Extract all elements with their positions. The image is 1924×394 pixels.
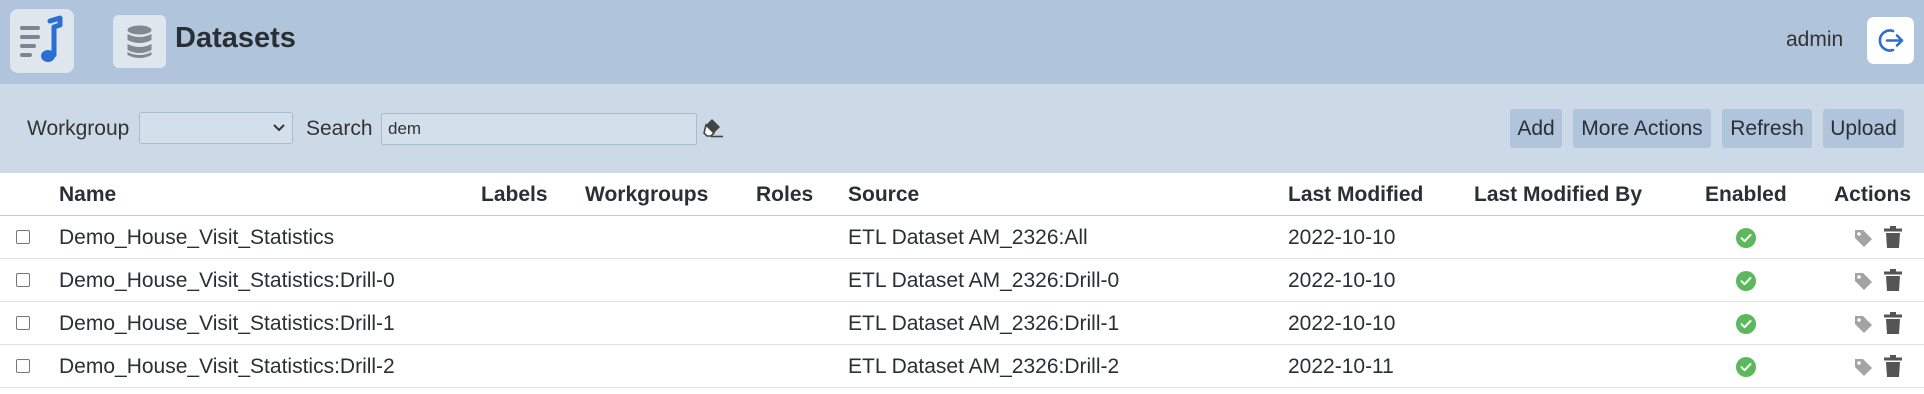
row-checkbox[interactable] (16, 273, 30, 287)
eraser-icon[interactable] (703, 116, 727, 138)
more-actions-button[interactable]: More Actions (1573, 109, 1711, 148)
trash-icon[interactable] (1884, 269, 1902, 291)
search-input[interactable] (381, 113, 697, 145)
trash-icon[interactable] (1884, 226, 1902, 248)
column-header-name[interactable]: Name (59, 183, 116, 207)
page-title: Datasets (175, 22, 296, 54)
column-header-last-modified-by[interactable]: Last Modified By (1474, 183, 1642, 207)
add-button[interactable]: Add (1510, 109, 1562, 148)
table-row[interactable]: Demo_House_Visit_Statistics:Drill-2 ETL … (0, 345, 1924, 388)
upload-button[interactable]: Upload (1823, 109, 1904, 148)
check-circle-icon (1736, 271, 1756, 291)
trash-icon[interactable] (1884, 355, 1902, 377)
search-label: Search (306, 117, 373, 140)
tag-icon[interactable] (1853, 271, 1873, 291)
cell-name[interactable]: Demo_House_Visit_Statistics (59, 226, 334, 250)
cell-name[interactable]: Demo_House_Visit_Statistics:Drill-0 (59, 269, 395, 293)
row-checkbox[interactable] (16, 359, 30, 373)
column-header-labels[interactable]: Labels (481, 183, 548, 207)
cell-source: ETL Dataset AM_2326:All (848, 226, 1088, 249)
app-header: Datasets admin (0, 0, 1924, 84)
row-checkbox[interactable] (16, 316, 30, 330)
column-header-workgroups[interactable]: Workgroups (585, 183, 708, 207)
user-name: admin (1786, 28, 1844, 51)
cell-source: ETL Dataset AM_2326:Drill-1 (848, 312, 1120, 335)
column-header-last-modified[interactable]: Last Modified (1288, 183, 1423, 207)
cell-source: ETL Dataset AM_2326:Drill-0 (848, 269, 1120, 292)
database-icon (113, 15, 166, 68)
table-row[interactable]: Demo_House_Visit_Statistics:Drill-0 ETL … (0, 259, 1924, 302)
logout-arrow-icon (1878, 29, 1904, 52)
tag-icon[interactable] (1853, 357, 1873, 377)
check-circle-icon (1736, 228, 1756, 248)
tag-icon[interactable] (1853, 314, 1873, 334)
trash-icon[interactable] (1884, 312, 1902, 334)
table-row[interactable]: Demo_House_Visit_Statistics ETL Dataset … (0, 216, 1924, 259)
cell-source: ETL Dataset AM_2326:Drill-2 (848, 355, 1120, 378)
check-circle-icon (1736, 357, 1756, 377)
music-list-icon[interactable] (10, 9, 74, 73)
cell-name[interactable]: Demo_House_Visit_Statistics:Drill-1 (59, 312, 395, 336)
filter-toolbar: Workgroup Search Add More Actions Refres… (0, 84, 1924, 173)
check-circle-icon (1736, 314, 1756, 334)
cell-name[interactable]: Demo_House_Visit_Statistics:Drill-2 (59, 355, 395, 379)
column-header-source[interactable]: Source (848, 183, 919, 207)
chevron-down-icon (273, 124, 285, 132)
cell-last-modified: 2022-10-10 (1288, 269, 1396, 292)
cell-last-modified: 2022-10-10 (1288, 312, 1396, 335)
column-header-roles[interactable]: Roles (756, 183, 813, 207)
row-checkbox[interactable] (16, 230, 30, 244)
column-header-enabled[interactable]: Enabled (1705, 183, 1787, 207)
column-header-actions: Actions (1834, 183, 1912, 206)
table-row[interactable]: Demo_House_Visit_Statistics:Drill-1 ETL … (0, 302, 1924, 345)
workgroup-label: Workgroup (27, 117, 130, 140)
workgroup-select[interactable] (139, 112, 293, 144)
refresh-button[interactable]: Refresh (1722, 109, 1812, 148)
tag-icon[interactable] (1853, 228, 1873, 248)
table-header: Name Labels Workgroups Roles Source Last… (0, 173, 1924, 216)
logout-button[interactable] (1867, 17, 1914, 64)
cell-last-modified: 2022-10-11 (1288, 355, 1394, 378)
cell-last-modified: 2022-10-10 (1288, 226, 1396, 249)
